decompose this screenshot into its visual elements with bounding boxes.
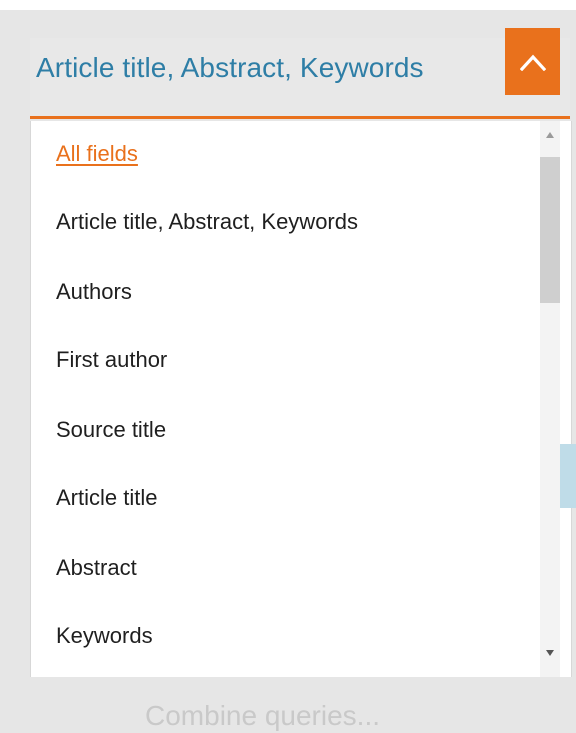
chevron-up-icon: [519, 54, 546, 71]
option-all-fields[interactable]: All fields: [56, 141, 138, 167]
option-article-title-abstract-keywords[interactable]: Article title, Abstract, Keywords: [56, 209, 358, 235]
selected-field-label[interactable]: Article title, Abstract, Keywords: [36, 52, 424, 84]
combine-queries-link[interactable]: Combine queries...: [145, 700, 380, 732]
option-first-author[interactable]: First author: [56, 347, 167, 373]
option-authors[interactable]: Authors: [56, 279, 132, 305]
search-field-page: Article title, Abstract, Keywords All fi…: [0, 0, 576, 733]
scroll-up-arrow-icon[interactable]: [545, 130, 555, 140]
field-options-list[interactable]: All fields Article title, Abstract, Keyw…: [30, 121, 572, 677]
collapse-dropdown-button[interactable]: [505, 28, 560, 95]
scroll-down-arrow-icon[interactable]: [545, 648, 555, 658]
partially-hidden-button: [560, 444, 576, 508]
option-article-title[interactable]: Article title: [56, 485, 157, 511]
list-scrollbar-thumb[interactable]: [540, 157, 560, 303]
option-source-title[interactable]: Source title: [56, 417, 166, 443]
option-keywords[interactable]: Keywords: [56, 623, 153, 649]
option-abstract[interactable]: Abstract: [56, 555, 137, 581]
